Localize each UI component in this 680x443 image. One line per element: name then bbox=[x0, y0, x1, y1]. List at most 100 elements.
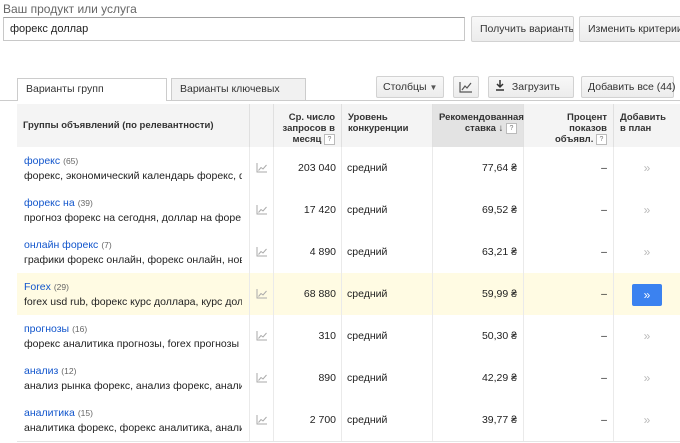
add-all-button[interactable]: Добавить все (44) bbox=[581, 76, 675, 98]
col-header-competition[interactable]: Уровень конкуренции bbox=[342, 104, 433, 147]
add-cell: » bbox=[614, 357, 680, 399]
table-row[interactable]: форекс (65) форекс, экономический календа… bbox=[17, 147, 680, 190]
add-cell: » bbox=[614, 315, 680, 357]
competition-level: средний bbox=[342, 357, 433, 399]
tab-ad-group-ideas[interactable]: Варианты групп объявлений bbox=[17, 78, 167, 115]
competition-level: средний bbox=[342, 147, 433, 189]
search-volume: 68 880 bbox=[274, 273, 342, 315]
group-cell: форекс (65) форекс, экономический календа… bbox=[17, 147, 250, 189]
add-cell: » bbox=[614, 147, 680, 189]
download-label: Загрузить bbox=[511, 81, 560, 93]
columns-button[interactable]: Столбцы ▼ bbox=[376, 76, 444, 98]
search-volume: 4 890 bbox=[274, 231, 342, 273]
get-ideas-button[interactable]: Получить варианты bbox=[471, 16, 574, 42]
group-name-link[interactable]: Forex bbox=[24, 281, 51, 293]
add-to-plan-button[interactable]: » bbox=[644, 371, 651, 385]
group-name-link[interactable]: анализ bbox=[24, 365, 58, 377]
competition-level: средний bbox=[342, 231, 433, 273]
add-to-plan-button[interactable]: » bbox=[644, 245, 651, 259]
group-name-link[interactable]: аналитика bbox=[24, 407, 75, 419]
group-count: (39) bbox=[77, 198, 93, 208]
competition-level: средний bbox=[342, 273, 433, 315]
suggested-bid: 63,21 ₴ bbox=[433, 231, 524, 273]
add-to-plan-button[interactable]: » bbox=[632, 283, 662, 306]
trend-chart-icon[interactable] bbox=[250, 399, 274, 441]
add-to-plan-button[interactable]: » bbox=[644, 329, 651, 343]
suggested-bid: 39,77 ₴ bbox=[433, 399, 524, 441]
group-line: Forex (29) bbox=[24, 281, 242, 293]
trend-chart-icon[interactable] bbox=[250, 189, 274, 231]
group-keywords: forex usd rub, форекс курс доллара, курс… bbox=[24, 296, 242, 308]
trend-chart-icon[interactable] bbox=[250, 357, 274, 399]
table-row[interactable]: Forex (29) forex usd rub, форекс курс дол… bbox=[17, 273, 680, 316]
table-row[interactable]: аналитика (15) аналитика форекс, форекс а… bbox=[17, 399, 680, 442]
modify-criteria-button[interactable]: Изменить критерии п bbox=[579, 16, 680, 42]
group-name-link[interactable]: форекс на bbox=[24, 197, 75, 209]
group-count: (7) bbox=[101, 240, 112, 250]
group-name-link[interactable]: прогнозы bbox=[24, 323, 69, 335]
impression-share: – bbox=[524, 273, 614, 315]
col-header-bid[interactable]: Рекомендованная ставка ↓ ? bbox=[433, 104, 524, 147]
col-header-competition-label: Уровень конкуренции bbox=[348, 112, 409, 134]
group-cell: аналитика (15) аналитика форекс, форекс а… bbox=[17, 399, 250, 441]
competition-level: средний bbox=[342, 315, 433, 357]
suggested-bid: 42,29 ₴ bbox=[433, 357, 524, 399]
group-cell: Forex (29) forex usd rub, форекс курс дол… bbox=[17, 273, 250, 315]
suggested-bid: 77,64 ₴ bbox=[433, 147, 524, 189]
group-line: прогнозы (16) bbox=[24, 323, 242, 335]
trend-chart-icon[interactable] bbox=[250, 231, 274, 273]
search-volume: 203 040 bbox=[274, 147, 342, 189]
group-keywords: графики форекс онлайн, форекс онлайн, но… bbox=[24, 254, 242, 266]
group-name-link[interactable]: форекс bbox=[24, 155, 60, 167]
group-keywords: анализ рынка форекс, анализ форекс, анал… bbox=[24, 380, 242, 392]
search-volume: 2 700 bbox=[274, 399, 342, 441]
table-row[interactable]: анализ (12) анализ рынка форекс, анализ ф… bbox=[17, 357, 680, 400]
search-input[interactable]: форекс доллар bbox=[3, 17, 465, 41]
impression-share: – bbox=[524, 315, 614, 357]
group-cell: форекс на (39) прогноз форекс на сегодня,… bbox=[17, 189, 250, 231]
tab-bar: Варианты групп объявлений Варианты ключе… bbox=[0, 72, 680, 115]
col-header-share[interactable]: Процент показов объявл. ? bbox=[524, 104, 614, 147]
trend-chart-icon[interactable] bbox=[250, 315, 274, 357]
help-icon[interactable]: ? bbox=[596, 134, 607, 145]
group-name-link[interactable]: онлайн форекс bbox=[24, 239, 98, 251]
col-header-add: Добавить в план bbox=[614, 104, 680, 147]
col-header-group-label: Группы объявлений (по релевантности) bbox=[23, 120, 214, 131]
table-row[interactable]: онлайн форекс (7) графики форекс онлайн, … bbox=[17, 231, 680, 274]
chevron-down-icon: ▼ bbox=[429, 83, 438, 92]
col-header-trend bbox=[250, 104, 274, 147]
impression-share: – bbox=[524, 399, 614, 441]
suggested-bid: 69,52 ₴ bbox=[433, 189, 524, 231]
group-count: (29) bbox=[53, 282, 69, 292]
group-line: онлайн форекс (7) bbox=[24, 239, 242, 251]
group-count: (12) bbox=[61, 366, 77, 376]
sort-arrow-icon: ↓ bbox=[498, 123, 504, 135]
col-header-group[interactable]: Группы объявлений (по релевантности) bbox=[17, 104, 250, 147]
download-button[interactable]: Загрузить bbox=[488, 76, 574, 98]
trend-chart-icon bbox=[459, 82, 472, 93]
competition-level: средний bbox=[342, 189, 433, 231]
search-volume: 310 bbox=[274, 315, 342, 357]
trend-chart-icon[interactable] bbox=[250, 273, 274, 315]
group-keywords: форекс, экономический календарь форекс, … bbox=[24, 170, 242, 182]
table-row[interactable]: прогнозы (16) форекс аналитика прогнозы, … bbox=[17, 315, 680, 358]
help-icon[interactable]: ? bbox=[506, 123, 517, 134]
col-header-add-label: Добавить в план bbox=[620, 112, 667, 134]
table-row[interactable]: форекс на (39) прогноз форекс на сегодня,… bbox=[17, 189, 680, 232]
add-cell: » bbox=[614, 399, 680, 441]
product-label: Ваш продукт или услуга bbox=[3, 2, 137, 16]
add-to-plan-button[interactable]: » bbox=[644, 413, 651, 427]
group-keywords: прогноз форекс на сегодня, доллар на фор… bbox=[24, 212, 242, 224]
group-line: форекс (65) bbox=[24, 155, 242, 167]
add-to-plan-button[interactable]: » bbox=[644, 203, 651, 217]
group-cell: прогнозы (16) форекс аналитика прогнозы, … bbox=[17, 315, 250, 357]
col-header-volume[interactable]: Ср. число запросов в месяц ? bbox=[274, 104, 342, 147]
trend-chart-icon[interactable] bbox=[250, 147, 274, 189]
add-to-plan-button[interactable]: » bbox=[644, 161, 651, 175]
tab-keyword-ideas[interactable]: Варианты ключевых слов bbox=[171, 78, 306, 115]
help-icon[interactable]: ? bbox=[324, 134, 335, 145]
add-cell: » bbox=[614, 273, 680, 315]
group-line: форекс на (39) bbox=[24, 197, 242, 209]
chart-toggle-button[interactable] bbox=[453, 76, 479, 98]
search-volume: 890 bbox=[274, 357, 342, 399]
